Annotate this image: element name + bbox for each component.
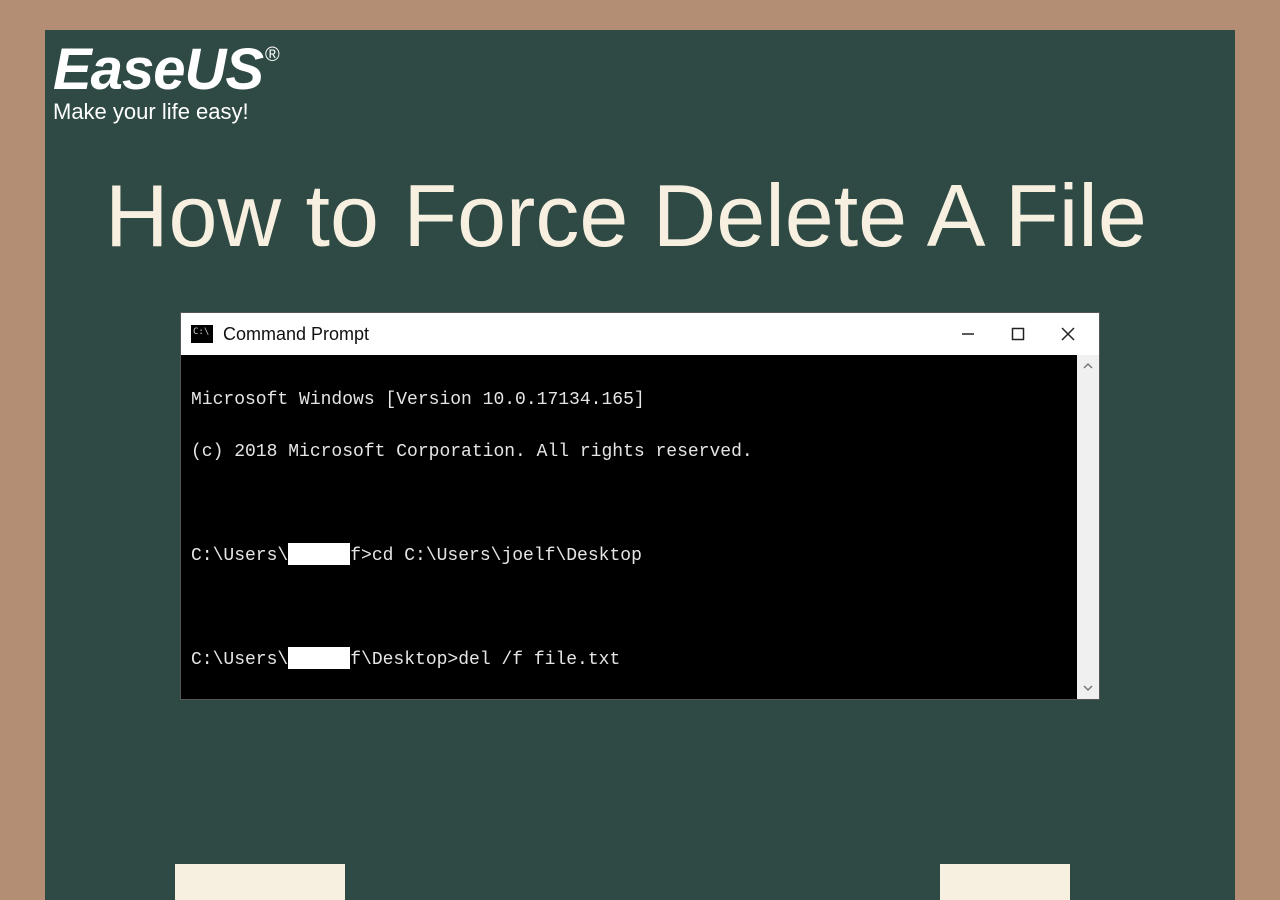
scrollbar[interactable]	[1077, 355, 1099, 699]
command-prompt-window: Command Prompt Microsoft Windows [Versio…	[180, 312, 1100, 700]
decorative-box	[175, 864, 345, 900]
brand-block: EaseUS® Make your life easy!	[53, 36, 280, 125]
terminal-line: (c) 2018 Microsoft Corporation. All righ…	[191, 439, 1067, 465]
terminal-blank	[191, 595, 1067, 621]
censored-username	[288, 543, 350, 565]
terminal-output[interactable]: Microsoft Windows [Version 10.0.17134.16…	[181, 355, 1077, 699]
scroll-up-icon[interactable]	[1077, 355, 1099, 377]
maximize-button[interactable]	[993, 314, 1043, 354]
window-title: Command Prompt	[223, 324, 943, 345]
terminal-line: Microsoft Windows [Version 10.0.17134.16…	[191, 387, 1067, 413]
close-button[interactable]	[1043, 314, 1093, 354]
registered-mark: ®	[265, 44, 280, 66]
window-titlebar[interactable]: Command Prompt	[181, 313, 1099, 355]
decorative-box	[940, 864, 1070, 900]
censored-username	[288, 647, 350, 669]
main-panel: EaseUS® Make your life easy! How to Forc…	[45, 30, 1235, 900]
terminal-line: C:\Users\f\Desktop>del /f file.txt	[191, 647, 1067, 673]
minimize-button[interactable]	[943, 314, 993, 354]
page-title: How to Force Delete A File	[105, 165, 1235, 267]
terminal-blank	[191, 491, 1067, 517]
scroll-down-icon[interactable]	[1077, 677, 1099, 699]
decorative-footer	[45, 864, 1235, 900]
terminal-line: C:\Users\f>cd C:\Users\joelf\Desktop	[191, 543, 1067, 569]
brand-logo: EaseUS	[53, 36, 263, 103]
command-prompt-icon	[191, 325, 213, 343]
